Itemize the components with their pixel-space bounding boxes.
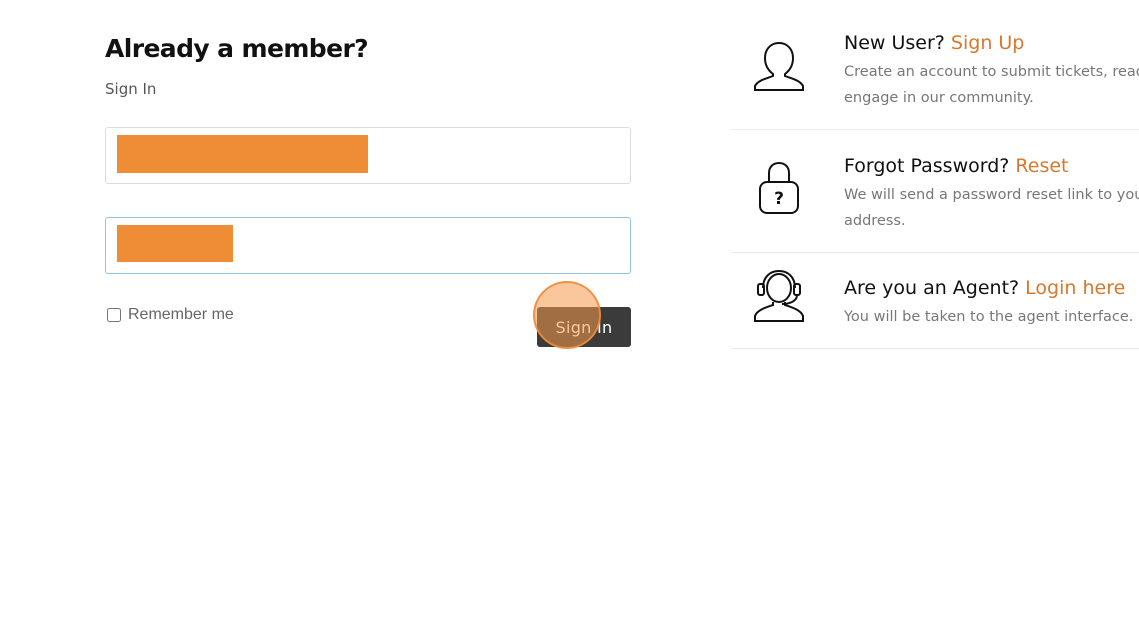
help-heading: Forgot Password? Reset [844, 154, 1139, 178]
help-item-agent: Are you an Agent? Login here You will be… [730, 253, 1139, 349]
help-heading-prefix: Are you an Agent? [844, 277, 1020, 299]
redacted-username [117, 135, 368, 173]
sign-up-link[interactable]: Sign Up [951, 32, 1024, 54]
help-item-new-user: New User? Sign Up Create an account to s… [730, 0, 1139, 130]
login-title: Already a member? [105, 34, 369, 63]
help-heading: New User? Sign Up [844, 31, 1139, 55]
help-description: Create an account to submit tickets, rea… [844, 59, 1139, 111]
login-panel: Already a member? Sign In Remember me Si… [105, 32, 631, 349]
help-heading: Are you an Agent? Login here [844, 276, 1133, 300]
help-description: We will send a password reset link to yo… [844, 182, 1139, 234]
help-heading-prefix: New User? [844, 32, 945, 54]
username-field[interactable] [105, 127, 631, 184]
help-heading-prefix: Forgot Password? [844, 155, 1010, 177]
remember-me[interactable]: Remember me [107, 306, 234, 324]
help-desc-line: engage in our community. [844, 90, 1034, 106]
svg-text:?: ? [774, 189, 784, 209]
help-desc-line: Create an account to submit tickets, rea… [844, 64, 1139, 80]
help-description: You will be taken to the agent interface… [844, 304, 1133, 330]
login-subtitle: Sign In [105, 80, 157, 98]
help-desc-line: address. [844, 213, 906, 229]
redacted-password [117, 225, 233, 262]
help-item-forgot-password: ? Forgot Password? Reset We will send a … [730, 130, 1139, 253]
agent-headset-icon [754, 269, 804, 322]
help-text-agent: Are you an Agent? Login here You will be… [844, 276, 1133, 330]
remember-me-checkbox[interactable] [107, 308, 121, 322]
help-text-forgot-password: Forgot Password? Reset We will send a pa… [844, 154, 1139, 234]
help-text-new-user: New User? Sign Up Create an account to s… [844, 31, 1139, 111]
remember-me-label: Remember me [128, 306, 234, 323]
help-desc-line: We will send a password reset link to yo… [844, 187, 1139, 203]
user-icon [754, 41, 804, 91]
reset-link[interactable]: Reset [1015, 155, 1068, 177]
sign-in-button[interactable]: Sign In [537, 307, 631, 347]
lock-question-icon: ? [759, 161, 799, 214]
help-desc-line: You will be taken to the agent interface… [844, 309, 1134, 325]
agent-login-link[interactable]: Login here [1025, 277, 1125, 299]
password-field[interactable] [105, 217, 631, 274]
